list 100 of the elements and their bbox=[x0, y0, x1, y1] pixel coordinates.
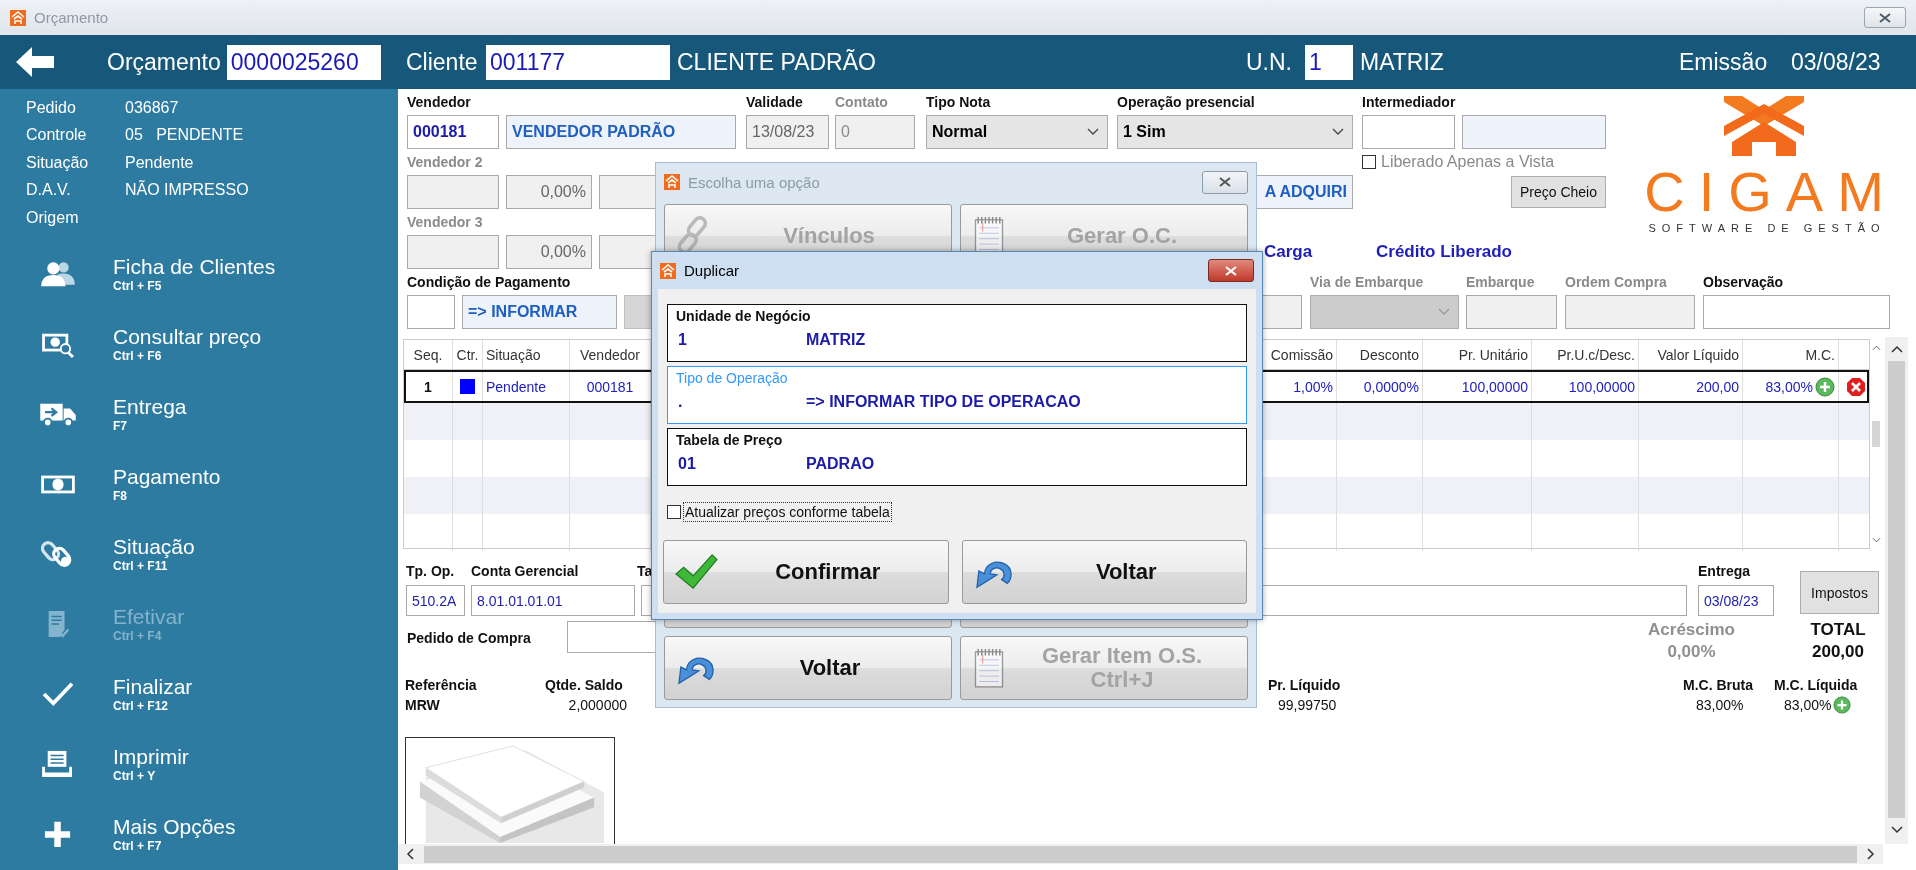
info-value: Pendente bbox=[125, 153, 194, 172]
field-value: => INFORMAR TIPO DE OPERACAO bbox=[806, 393, 1081, 411]
payment-condition-field[interactable]: => INFORMAR bbox=[462, 295, 617, 329]
dropdown[interactable] bbox=[1310, 295, 1459, 329]
input-field[interactable] bbox=[1565, 295, 1695, 329]
scroll-right-icon[interactable] bbox=[1867, 848, 1875, 860]
menu-item[interactable]: Pagamento F8 bbox=[0, 448, 398, 519]
app-icon bbox=[10, 9, 26, 26]
close-button[interactable] bbox=[1864, 7, 1906, 28]
column-header[interactable]: Desconto bbox=[1337, 340, 1423, 369]
scrollbar-thumb[interactable] bbox=[1888, 361, 1905, 818]
column-header[interactable]: Ctr. bbox=[453, 340, 483, 369]
table-cell: 200,00 bbox=[1696, 378, 1739, 395]
field-value: PADRAO bbox=[806, 455, 875, 473]
logo-text: CIGAM bbox=[1644, 168, 1898, 216]
add-icon[interactable] bbox=[1833, 696, 1852, 714]
input-field[interactable] bbox=[407, 295, 455, 329]
close-button[interactable] bbox=[1202, 170, 1248, 194]
field-label: Vendedor 3 bbox=[407, 213, 484, 232]
menu-item[interactable]: Mais Opções Ctrl + F7 bbox=[0, 798, 398, 869]
column-header[interactable]: Valor Líquido bbox=[1639, 340, 1743, 369]
quote-number-field[interactable]: 0000025260 bbox=[226, 44, 381, 80]
column-header[interactable]: Seq. bbox=[404, 340, 453, 369]
dialog-button[interactable]: Confirmar bbox=[663, 540, 949, 604]
checkbox[interactable] bbox=[667, 505, 681, 519]
field-label: Observação bbox=[1703, 273, 1785, 292]
delete-icon[interactable] bbox=[1845, 376, 1866, 397]
client-code-field[interactable]: 001177 bbox=[486, 44, 670, 80]
menu-item[interactable]: Entrega F7 bbox=[0, 378, 398, 449]
total-value: 200,00 bbox=[1812, 641, 1864, 663]
add-icon[interactable] bbox=[1815, 376, 1835, 397]
field-label: Condição de Pagamento bbox=[407, 273, 572, 292]
full-price-button[interactable]: Preço Cheio bbox=[1510, 176, 1606, 208]
field-label: Validade bbox=[746, 93, 804, 112]
field-label: Ta bbox=[637, 562, 654, 581]
input-field[interactable] bbox=[407, 235, 499, 269]
field-value: MRW bbox=[405, 696, 441, 715]
menu-item[interactable]: Consultar preço Ctrl + F6 bbox=[0, 308, 398, 379]
field-label: Tipo Nota bbox=[926, 93, 992, 112]
vertical-scrollbar[interactable] bbox=[1885, 337, 1908, 844]
scroll-down-icon[interactable] bbox=[1890, 826, 1903, 834]
seller-code-field[interactable]: 000181 bbox=[407, 115, 499, 149]
field-value: MATRIZ bbox=[806, 331, 866, 349]
scroll-up-icon[interactable] bbox=[1890, 345, 1903, 353]
input-field[interactable] bbox=[1262, 295, 1302, 329]
column-header[interactable]: M.C. bbox=[1743, 340, 1839, 369]
seller-name-field[interactable]: VENDEDOR PADRÃO bbox=[506, 115, 736, 149]
input-field[interactable] bbox=[407, 175, 499, 209]
group-title: Tabela de Preço bbox=[676, 432, 784, 449]
field-label: Intermediador bbox=[1362, 93, 1457, 112]
menu-item[interactable]: Situação Ctrl + F11 bbox=[0, 518, 398, 589]
scroll-left-icon[interactable] bbox=[406, 848, 414, 860]
input-field[interactable] bbox=[1362, 115, 1455, 149]
dialog-button[interactable]: Voltar bbox=[664, 636, 952, 700]
field-label: Pedido de Compra bbox=[407, 629, 532, 648]
checkbox-label: Atualizar preços conforme tabela bbox=[683, 502, 892, 522]
group-title: Unidade de Negócio bbox=[676, 308, 812, 325]
checkbox-label: Liberado Apenas a Vista bbox=[1381, 153, 1555, 171]
group-title: Tipo de Operação bbox=[676, 370, 789, 387]
column-header[interactable]: Pr.U.c/Desc. bbox=[1532, 340, 1639, 369]
operation-code-field[interactable]: 510.2A bbox=[406, 585, 465, 616]
issue-date: 03/08/23 bbox=[1791, 48, 1881, 76]
field-label: Embarque bbox=[1466, 273, 1536, 292]
column-header[interactable]: Situação bbox=[483, 340, 570, 369]
input-field[interactable] bbox=[1703, 295, 1890, 329]
table-cell: 83,00% bbox=[1765, 378, 1813, 395]
menu-item[interactable]: Ficha de Clientes Ctrl + F5 bbox=[0, 238, 398, 309]
field-label: Tp. Op. bbox=[406, 562, 456, 581]
table-cell: 1,00% bbox=[1293, 378, 1333, 395]
date-field[interactable]: 13/08/23 bbox=[746, 115, 829, 149]
input-field[interactable] bbox=[1466, 295, 1557, 329]
field-value: 1 bbox=[677, 331, 688, 349]
table-cell: 000181 bbox=[586, 378, 634, 395]
field-label: Vendedor 2 bbox=[407, 153, 484, 172]
dropdown[interactable]: 1 Sim bbox=[1117, 115, 1353, 149]
business-unit-field[interactable]: 1 bbox=[1305, 44, 1353, 80]
scrollbar-thumb[interactable] bbox=[1872, 421, 1880, 447]
field-label: Emissão bbox=[1679, 48, 1769, 76]
field-label: Via de Embarque bbox=[1310, 273, 1425, 292]
chevron-icon bbox=[1332, 128, 1344, 136]
menu-item[interactable]: Imprimir Ctrl + Y bbox=[0, 728, 398, 799]
info-value: NÃO IMPRESSO bbox=[125, 181, 249, 200]
field-label: Referência bbox=[405, 676, 478, 695]
field-label: Operação presencial bbox=[1117, 93, 1256, 112]
taxes-button[interactable]: Impostos bbox=[1800, 571, 1879, 614]
input-field[interactable] bbox=[1462, 115, 1606, 149]
account-field[interactable]: 8.01.01.01.01 bbox=[471, 585, 635, 616]
field-label: Qtde. Saldo bbox=[545, 676, 624, 695]
back-arrow-icon[interactable] bbox=[14, 45, 56, 79]
info-label: Controle bbox=[26, 126, 88, 145]
dialog-button[interactable]: Voltar bbox=[961, 540, 1247, 604]
close-button[interactable] bbox=[1208, 259, 1254, 282]
delivery-date-field[interactable]: 03/08/23 bbox=[1698, 585, 1774, 616]
status-text: Crédito Liberado bbox=[1376, 242, 1512, 262]
info-value: 05 PENDENTE bbox=[125, 126, 244, 145]
menu-item[interactable]: Finalizar Ctrl + F12 bbox=[0, 658, 398, 729]
column-header[interactable]: Pr. Unitário bbox=[1423, 340, 1532, 369]
window-title: Orçamento bbox=[34, 9, 109, 26]
info-value: 036867 bbox=[125, 98, 179, 117]
dropdown[interactable]: Normal bbox=[926, 115, 1108, 149]
